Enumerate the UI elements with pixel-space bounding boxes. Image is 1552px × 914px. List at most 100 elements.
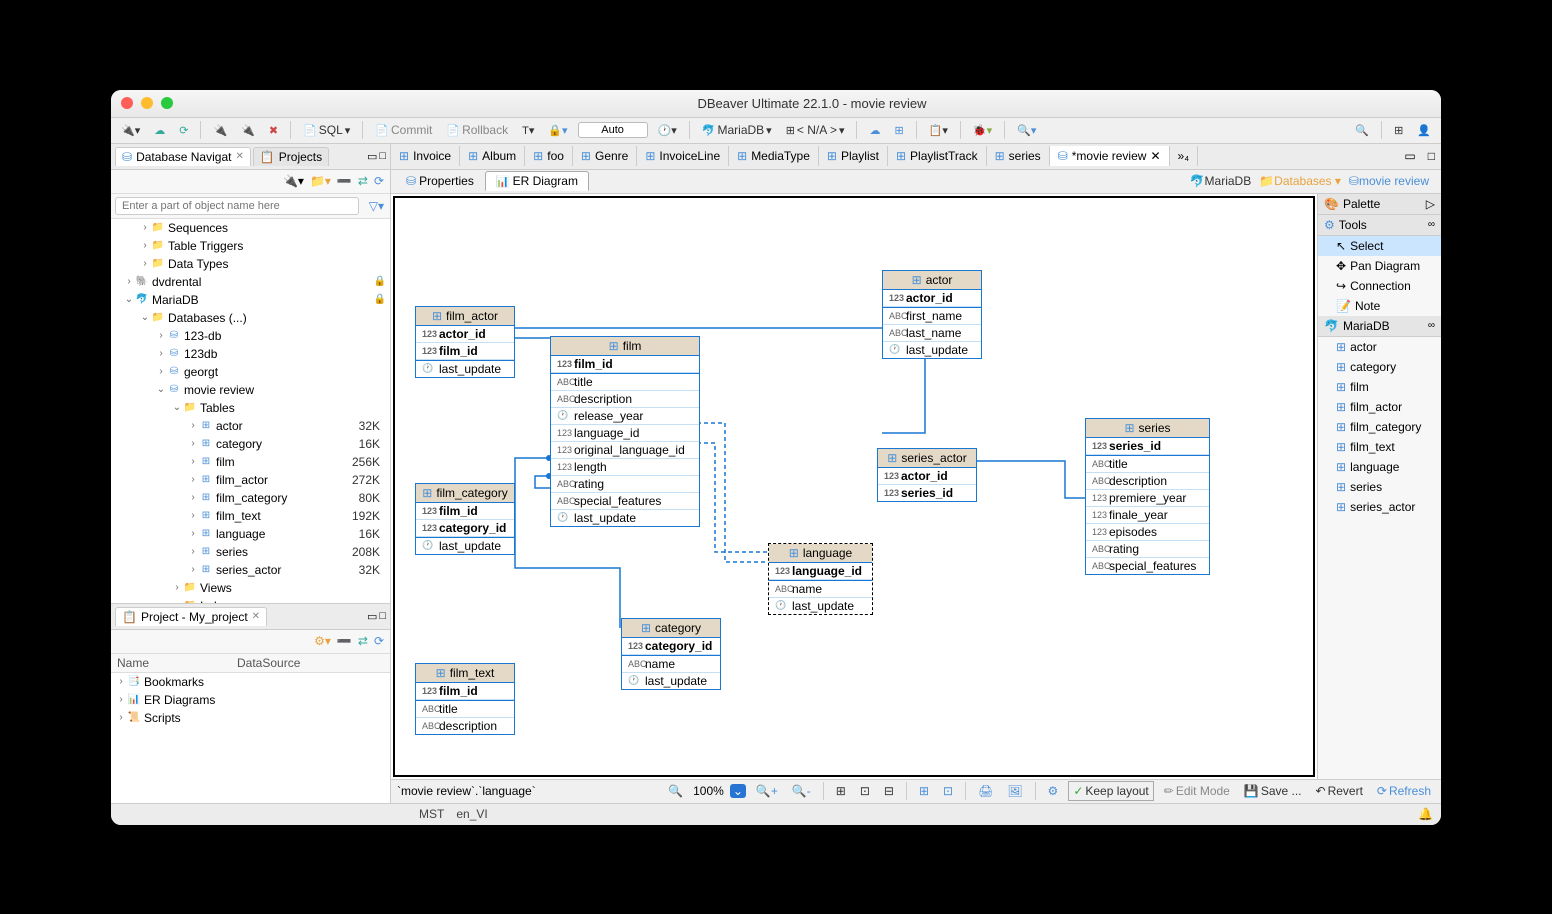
keep-layout-toggle[interactable]: ✓Keep layout (1068, 781, 1153, 801)
layout-button[interactable]: ⊞ (832, 783, 850, 799)
snap-button[interactable]: ⊟ (880, 783, 898, 799)
tool-select[interactable]: ↖ Select (1318, 236, 1441, 256)
project-tree[interactable]: ›📑Bookmarks ›📊ER Diagrams ›📜Scripts (111, 673, 390, 803)
entity-series[interactable]: ⊞series 123series_id ABCtitle ABCdescrip… (1085, 418, 1210, 575)
schema-combo[interactable]: ⊞ < N/A > ▾ (782, 122, 849, 138)
txn-mode-button[interactable]: T▾ (518, 123, 538, 138)
disconnect-button[interactable]: 🔌 (237, 123, 259, 138)
palette-table-series-actor[interactable]: ⊞ series_actor (1318, 497, 1441, 517)
bug-button[interactable]: 🐞▾ (969, 123, 996, 138)
palette-tools-header[interactable]: ⚙Tools∞ (1318, 215, 1441, 236)
connect-button[interactable]: 🔌 (209, 123, 231, 138)
close-icon[interactable]: ✕ (235, 151, 243, 162)
revert-button[interactable]: ↶ Revert (1312, 783, 1367, 799)
txn-combo[interactable]: Auto (578, 122, 648, 138)
collapse-icon[interactable]: ➖ (337, 634, 352, 648)
er-diagram-canvas[interactable]: ⊞film_actor 123actor_id 123film_id 🕐last… (393, 196, 1315, 777)
rollback-button[interactable]: 📄Rollback (442, 122, 512, 138)
refresh-diagram-button[interactable]: ⟳ Refresh (1373, 783, 1435, 799)
tab-album[interactable]: ⊞Album (460, 146, 525, 166)
crumb-table[interactable]: ⛁movie review (1349, 174, 1429, 188)
palette-table-film-actor[interactable]: ⊞ film_actor (1318, 397, 1441, 417)
entity-series-actor[interactable]: ⊞series_actor 123actor_id 123series_id (877, 448, 977, 502)
refresh-icon[interactable]: ⟳ (374, 634, 384, 648)
entity-film-category[interactable]: ⊞film_category 123film_id 123category_id… (415, 483, 515, 555)
tab-playlisttrack[interactable]: ⊞PlaylistTrack (888, 146, 987, 166)
new-conn-icon[interactable]: 🔌▾ (283, 174, 304, 188)
tool-note[interactable]: 📝 Note (1318, 296, 1441, 316)
refresh-nav-icon[interactable]: ⟳ (374, 174, 384, 188)
compare-button[interactable]: ⊞ (890, 123, 907, 138)
search-button[interactable]: 🔍 (1351, 123, 1373, 138)
entity-film-actor[interactable]: ⊞film_actor 123actor_id 123film_id 🕐last… (415, 306, 515, 378)
palette-table-film-category[interactable]: ⊞ film_category (1318, 417, 1441, 437)
minimize-icon[interactable]: ▭ (367, 150, 377, 163)
maximize-icon[interactable]: □ (379, 610, 386, 622)
close-icon[interactable]: ✕ (1150, 149, 1160, 163)
tab-project[interactable]: 📋Project - My_project✕ (115, 607, 267, 626)
subtab-properties[interactable]: ⛁ Properties (395, 171, 485, 191)
crumb-datasource[interactable]: 🐬MariaDB (1190, 174, 1252, 188)
save-button[interactable]: 💾 Save ... (1240, 783, 1306, 799)
edit-mode-button[interactable]: ✏ Edit Mode (1160, 783, 1234, 799)
zoom-dropdown[interactable]: ⌄ (730, 784, 746, 798)
palette-table-category[interactable]: ⊞ category (1318, 357, 1441, 377)
maximize-window-button[interactable] (161, 97, 173, 109)
attr-button[interactable]: ⊡ (939, 783, 957, 799)
tab-projects[interactable]: 📋Projects (253, 147, 329, 166)
datasource-combo[interactable]: 🐬MariaDB ▾ (698, 122, 776, 138)
entity-category[interactable]: ⊞category 123category_id ABCname 🕐last_u… (621, 618, 721, 690)
close-window-button[interactable] (121, 97, 133, 109)
tab-playlist[interactable]: ⊞Playlist (819, 146, 888, 166)
palette-table-series[interactable]: ⊞ series (1318, 477, 1441, 497)
entity-actor[interactable]: ⊞actor 123actor_id ABCfirst_name ABClast… (882, 270, 982, 359)
subtab-er-diagram[interactable]: 📊 ER Diagram (485, 171, 589, 191)
tab-invoiceline[interactable]: ⊞InvoiceLine (637, 146, 729, 166)
zoom-out-button[interactable]: 🔍- (788, 783, 815, 799)
zoom-in-button[interactable]: 🔍+ (752, 783, 782, 799)
crumb-databases[interactable]: 📁Databases ▾ (1259, 174, 1341, 188)
min-editor-icon[interactable]: ▭ (1398, 149, 1421, 163)
tab-mediatype[interactable]: ⊞MediaType (729, 146, 819, 166)
sql-button[interactable]: 📄SQL ▾ (299, 122, 354, 138)
tab-more[interactable]: »₄ (1170, 146, 1199, 166)
export-button[interactable]: 🖼 (1003, 783, 1026, 799)
tab-database-navigator[interactable]: ⛁Database Navigat✕ (115, 147, 251, 166)
close-icon[interactable]: ✕ (252, 611, 260, 622)
notification-icon[interactable]: 🔔 (1418, 807, 1433, 821)
user-button[interactable]: 👤 (1413, 123, 1435, 138)
lock-button[interactable]: 🔒▾ (544, 123, 571, 138)
palette-table-actor[interactable]: ⊞ actor (1318, 337, 1441, 357)
gear-icon[interactable]: ⚙▾ (314, 634, 331, 648)
tab-series[interactable]: ⊞series (987, 146, 1050, 166)
debug-button[interactable]: 📋▾ (925, 123, 952, 138)
minimize-icon[interactable]: ▭ (367, 610, 377, 623)
link-icon[interactable]: ⇄ (358, 634, 368, 648)
maximize-icon[interactable]: □ (379, 150, 386, 162)
tab-genre[interactable]: ⊞Genre (573, 146, 637, 166)
search2-button[interactable]: 🔍▾ (1013, 123, 1040, 138)
tab-foo[interactable]: ⊞foo (525, 146, 573, 166)
tab-invoice[interactable]: ⊞Invoice (391, 146, 460, 166)
palette-mariadb-header[interactable]: 🐬 MariaDB∞ (1318, 316, 1441, 337)
new-connection-button[interactable]: 🔌▾ (117, 123, 144, 138)
nav-search-input[interactable] (115, 197, 359, 215)
perspective-button[interactable]: ⊞ (1390, 123, 1407, 138)
notation-button[interactable]: ⊞ (915, 783, 933, 799)
grid-button[interactable]: ⊡ (856, 783, 874, 799)
settings-button[interactable]: ⚙ (1044, 783, 1063, 799)
print-button[interactable]: 🖨 (974, 783, 997, 799)
stop-button[interactable]: ✖ (265, 123, 282, 138)
entity-language[interactable]: ⊞language 123language_id ABCname 🕐last_u… (768, 543, 873, 615)
cloud2-button[interactable]: ☁ (865, 123, 884, 138)
entity-film[interactable]: ⊞film 123film_id ABCtitle ABCdescription… (550, 336, 700, 527)
filter-icon[interactable]: ▽▾ (363, 199, 390, 213)
tool-pan[interactable]: ✥ Pan Diagram (1318, 256, 1441, 276)
folder-icon[interactable]: 📁▾ (310, 174, 331, 188)
palette-table-film-text[interactable]: ⊞ film_text (1318, 437, 1441, 457)
refresh-button[interactable]: ⟳ (175, 123, 192, 138)
entity-film-text[interactable]: ⊞film_text 123film_id ABCtitle ABCdescri… (415, 663, 515, 735)
max-editor-icon[interactable]: □ (1422, 149, 1441, 163)
database-tree[interactable]: ›📁Sequences ›📁Table Triggers ›📁Data Type… (111, 219, 390, 603)
zoom-fit-button[interactable]: 🔍 (664, 783, 687, 799)
